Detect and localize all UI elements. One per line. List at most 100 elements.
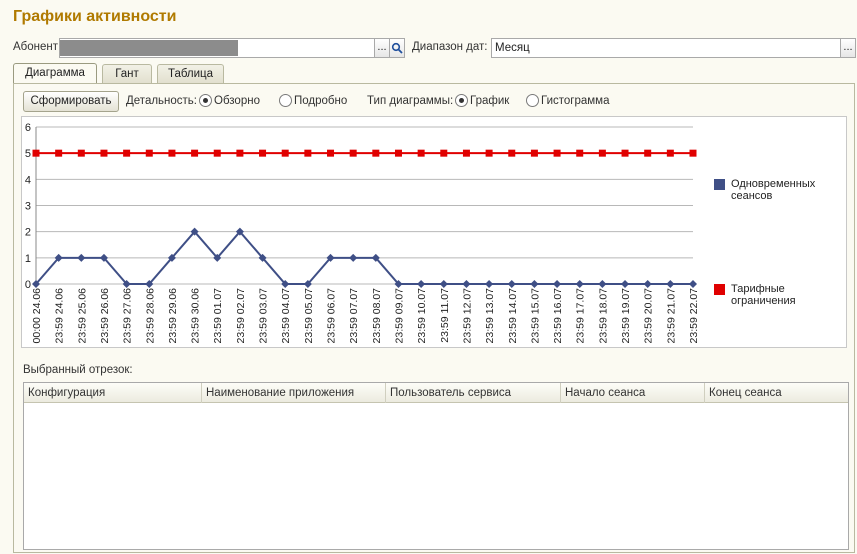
column-application-name[interactable]: Наименование приложения	[202, 383, 386, 403]
x-tick-label: 23:59 14.07	[507, 288, 519, 344]
data-point	[530, 149, 538, 157]
data-point	[145, 149, 153, 157]
data-point	[32, 149, 40, 157]
x-tick-label: 23:59 05.07	[303, 288, 315, 344]
data-point	[621, 149, 629, 157]
x-tick-label: 23:59 19.07	[620, 288, 632, 344]
chart-type-line-radio[interactable]	[455, 94, 468, 107]
magnifier-icon	[391, 42, 403, 54]
x-tick-label: 23:59 09.07	[393, 288, 405, 344]
subscriber-search-button[interactable]	[389, 38, 405, 58]
data-point	[508, 149, 516, 157]
subscriber-select-button[interactable]: ...	[374, 38, 390, 58]
chart-type-histogram-radio[interactable]	[526, 94, 539, 107]
y-tick-label: 3	[25, 201, 31, 213]
form-report-button[interactable]: Сформировать	[23, 91, 119, 112]
x-tick-label: 23:59 13.07	[484, 288, 496, 344]
tab-table[interactable]: Таблица	[157, 64, 224, 83]
column-configuration[interactable]: Конфигурация	[24, 383, 202, 403]
tab-gantt[interactable]: Гант	[102, 64, 152, 83]
x-tick-label: 23:59 21.07	[665, 288, 677, 344]
data-point	[372, 149, 380, 157]
data-point	[462, 149, 470, 157]
tab-diagram[interactable]: Диаграмма	[13, 63, 97, 84]
detail-overview-label[interactable]: Обзорно	[214, 95, 260, 107]
x-tick-label: 23:59 20.07	[643, 288, 655, 344]
x-tick-label: 23:59 03.07	[258, 288, 270, 344]
x-tick-label: 23:59 08.07	[371, 288, 383, 344]
data-point	[417, 280, 426, 288]
data-point	[553, 149, 561, 157]
filter-row: Абонент: ... Диапазон дат: Месяц ...	[13, 38, 856, 58]
data-point	[100, 149, 108, 157]
data-point	[77, 253, 86, 262]
detail-detailed-label[interactable]: Подробно	[294, 95, 347, 107]
x-tick-label: 23:59 12.07	[461, 288, 473, 344]
x-tick-label: 23:59 25.06	[76, 288, 88, 344]
date-range-label: Диапазон дат:	[412, 41, 488, 53]
date-range-select-button[interactable]: ...	[840, 38, 856, 58]
data-point	[213, 149, 221, 157]
data-point	[666, 280, 675, 288]
data-point	[644, 149, 652, 157]
data-point	[440, 149, 448, 157]
column-session-end[interactable]: Конец сеанса	[705, 383, 848, 403]
subscriber-value-masked	[60, 40, 238, 56]
activity-chart-svg: 012345600:00 24.06 23:59 24.06 23:59 25.06…	[25, 122, 816, 344]
legend-swatch	[714, 179, 725, 190]
x-tick-label: 23:59 07.07	[348, 288, 360, 344]
data-point	[485, 149, 493, 157]
data-point	[394, 149, 402, 157]
x-tick-label: 00:00 24.06	[31, 288, 43, 344]
data-point	[281, 149, 289, 157]
data-point	[349, 149, 357, 157]
window-title: Графики активности	[13, 8, 177, 25]
data-point	[191, 149, 199, 157]
data-point	[304, 149, 312, 157]
data-point	[689, 149, 697, 157]
x-tick-label: 23:59 01.07	[212, 288, 224, 344]
data-point	[259, 149, 267, 157]
data-point	[77, 149, 85, 157]
column-service-user[interactable]: Пользователь сервиса	[386, 383, 561, 403]
subscriber-label: Абонент:	[13, 41, 62, 53]
x-tick-label: 23:59 29.06	[167, 288, 179, 344]
x-tick-label: 23:59 17.07	[575, 288, 587, 344]
x-tick-label: 23:59 27.06	[122, 288, 134, 344]
data-point	[621, 280, 630, 288]
x-tick-label: 23:59 15.07	[529, 288, 541, 344]
data-point	[576, 149, 584, 157]
subscriber-field[interactable]	[59, 38, 377, 58]
chart-type-line-label[interactable]: График	[470, 95, 509, 107]
data-point	[55, 149, 63, 157]
x-tick-label: 23:59 16.07	[552, 288, 564, 344]
x-tick-label: 23:59 28.06	[144, 288, 156, 344]
legend-label: Одновременных	[731, 178, 816, 190]
legend-label: сеансов	[731, 190, 773, 202]
data-point	[349, 253, 358, 262]
selection-table[interactable]: Конфигурация Наименование приложения Пол…	[23, 382, 849, 550]
data-point	[123, 149, 131, 157]
data-point	[598, 149, 606, 157]
chart-type-histogram-label[interactable]: Гистограмма	[541, 95, 609, 107]
activity-chart: 0 1 2 3 4 5 6 00:00 24.06 23:59 24.06 23:59 25.06…	[21, 116, 847, 348]
data-point	[327, 149, 335, 157]
data-point	[666, 149, 674, 157]
data-point	[507, 280, 516, 288]
data-point	[168, 149, 176, 157]
diagram-panel: Сформировать Детальность: Обзорно Подроб…	[13, 83, 855, 553]
detail-label: Детальность:	[126, 95, 197, 107]
date-range-field[interactable]: Месяц	[491, 38, 842, 58]
column-session-start[interactable]: Начало сеанса	[561, 383, 705, 403]
legend-swatch	[714, 284, 725, 295]
detail-overview-radio[interactable]	[199, 94, 212, 107]
data-point	[417, 149, 425, 157]
detail-detailed-radio[interactable]	[279, 94, 292, 107]
x-tick-label: 23:59 06.07	[326, 288, 338, 344]
x-tick-label: 23:59 22.07	[688, 288, 700, 344]
selection-label: Выбранный отрезок:	[23, 364, 133, 376]
y-tick-label: 4	[25, 174, 31, 186]
chart-type-label: Тип диаграммы:	[367, 95, 454, 107]
x-tick-label: 23:59 26.06	[99, 288, 111, 344]
data-point	[439, 280, 448, 288]
